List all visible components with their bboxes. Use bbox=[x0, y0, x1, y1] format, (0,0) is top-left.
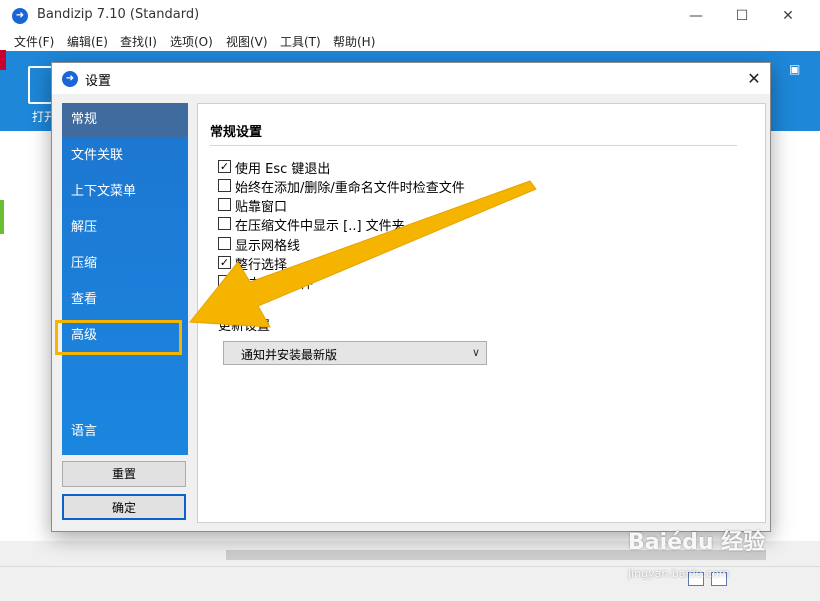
baidu-watermark: Baiédu 经验 bbox=[628, 530, 766, 555]
checkbox-checked-icon[interactable]: ✓ bbox=[218, 275, 231, 288]
bandizip-logo-icon: ➜ bbox=[62, 71, 78, 87]
checkbox-label: 始终在添加/删除/重命名文件时检查文件 bbox=[235, 181, 465, 196]
section-divider bbox=[210, 145, 737, 146]
checkbox-label: 单击打开文件 bbox=[235, 277, 314, 292]
nav-item-compress[interactable]: 压缩 bbox=[62, 247, 188, 281]
checkbox-checked-icon[interactable]: ✓ bbox=[218, 160, 231, 173]
main-titlebar: ➜ Bandizip 7.10 (Standard) — ☐ ✕ bbox=[0, 0, 820, 32]
dropdown-value: 通知并安装最新版 bbox=[241, 348, 338, 362]
checkbox-unchecked-icon[interactable] bbox=[218, 217, 231, 230]
nav-item-view[interactable]: 查看 bbox=[62, 283, 188, 317]
baidu-watermark-url: jingyan.baidu.com bbox=[628, 567, 730, 580]
nav-item-extract[interactable]: 解压 bbox=[62, 211, 188, 245]
nav-item-file-association[interactable]: 文件关联 bbox=[62, 139, 188, 173]
close-window-button[interactable]: ✕ bbox=[766, 4, 810, 28]
maximize-button[interactable]: ☐ bbox=[720, 4, 764, 28]
menu-tools[interactable]: 工具(T) bbox=[280, 33, 321, 50]
menu-bar: 文件(F) 编辑(E) 查找(I) 选项(O) 视图(V) 工具(T) 帮助(H… bbox=[0, 31, 820, 51]
minimize-button[interactable]: — bbox=[674, 4, 718, 28]
ribbon-edge-accent bbox=[0, 50, 6, 70]
checkbox-label: 在压缩文件中显示 [..] 文件夹 bbox=[235, 219, 405, 234]
bandizip-logo-icon: ➜ bbox=[12, 8, 28, 24]
update-settings-label: 更新设置 bbox=[218, 319, 271, 334]
checkbox-unchecked-icon[interactable] bbox=[218, 179, 231, 192]
checkbox-unchecked-icon[interactable] bbox=[218, 198, 231, 211]
checkbox-checked-icon[interactable]: ✓ bbox=[218, 256, 231, 269]
chevron-down-icon[interactable]: ∨ bbox=[472, 346, 480, 359]
dialog-title: 设置 bbox=[85, 74, 112, 89]
menu-view[interactable]: 视图(V) bbox=[226, 33, 268, 50]
settings-dialog: ➜ 设置 ✕ 常规 文件关联 上下文菜单 解压 压缩 查看 高级 语言 重置 确… bbox=[51, 62, 771, 532]
left-pane-accent bbox=[0, 200, 4, 234]
menu-find[interactable]: 查找(I) bbox=[120, 33, 157, 50]
advanced-highlight-frame bbox=[55, 320, 182, 355]
checkbox-label: 整行选择 bbox=[235, 258, 288, 273]
nav-item-general[interactable]: 常规 bbox=[62, 103, 188, 137]
nav-item-language[interactable]: 语言 bbox=[62, 415, 188, 449]
menu-file[interactable]: 文件(F) bbox=[14, 33, 54, 50]
menu-edit[interactable]: 编辑(E) bbox=[67, 33, 108, 50]
settings-nav: 常规 文件关联 上下文菜单 解压 压缩 查看 高级 语言 bbox=[62, 103, 188, 455]
menu-help[interactable]: 帮助(H) bbox=[333, 33, 375, 50]
dialog-close-button[interactable]: ✕ bbox=[742, 67, 766, 91]
checkbox-label: 贴靠窗口 bbox=[235, 200, 288, 215]
reset-button[interactable]: 重置 bbox=[62, 461, 186, 487]
menu-options[interactable]: 选项(O) bbox=[170, 33, 213, 50]
general-settings-panel: 常规设置 ✓ 使用 Esc 键退出 始终在添加/删除/重命名文件时检查文件 贴靠… bbox=[197, 103, 766, 523]
update-mode-dropdown[interactable]: 通知并安装最新版 ∨ bbox=[223, 341, 487, 365]
app-title: Bandizip 7.10 (Standard) bbox=[37, 7, 200, 22]
dialog-titlebar: ➜ 设置 ✕ bbox=[52, 63, 770, 94]
checkbox-label: 使用 Esc 键退出 bbox=[235, 162, 331, 177]
view-grid-icon[interactable]: ▣ bbox=[789, 62, 800, 76]
nav-item-context-menu[interactable]: 上下文菜单 bbox=[62, 175, 188, 209]
ok-button[interactable]: 确定 bbox=[62, 494, 186, 520]
section-title: 常规设置 bbox=[210, 125, 263, 140]
checkbox-unchecked-icon[interactable] bbox=[218, 237, 231, 250]
checkbox-label: 显示网格线 bbox=[235, 239, 301, 254]
